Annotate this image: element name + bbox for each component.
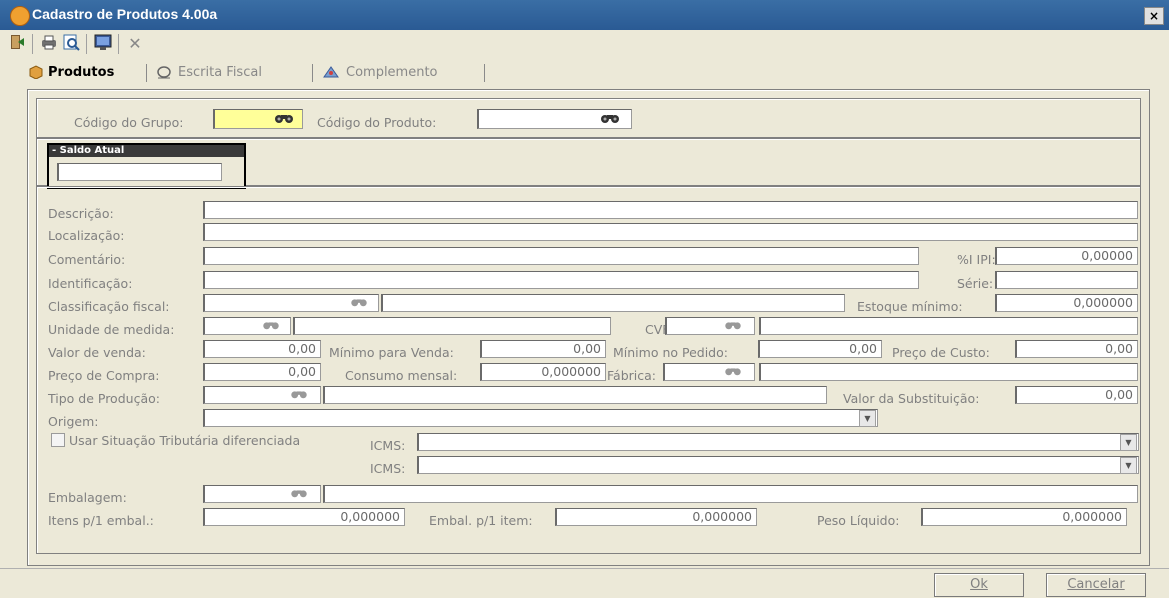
localizacao-label: Localização:: [48, 228, 125, 243]
exit-icon[interactable]: [6, 33, 28, 55]
form-frame: Código do Grupo: Código do Produto: - Sa…: [27, 89, 1150, 566]
descricao-label: Descrição:: [48, 206, 114, 221]
identificacao-input[interactable]: [203, 271, 919, 289]
main-panel: Descrição: Localização: Comentário: %I I…: [36, 186, 1141, 554]
estoque-input[interactable]: 0,000000: [995, 294, 1138, 312]
embalagem-desc-input[interactable]: [323, 485, 1138, 503]
classificacao-desc-input[interactable]: [381, 294, 845, 312]
itens-label: Itens p/1 embal.:: [48, 513, 154, 528]
close-window-button[interactable]: ×: [1144, 7, 1164, 25]
cvf-search-icon[interactable]: [723, 319, 743, 334]
tab-produtos-label: Produtos: [48, 65, 115, 80]
print-icon[interactable]: [38, 33, 60, 55]
close-x-icon[interactable]: ✕: [124, 33, 146, 55]
title-bar: Cadastro de Produtos 4.00a ×: [0, 0, 1169, 30]
tab-escrita-fiscal[interactable]: Escrita Fiscal: [156, 62, 262, 84]
origem-select[interactable]: [203, 409, 878, 427]
tab-complemento[interactable]: Complemento: [322, 62, 438, 84]
descricao-input[interactable]: [203, 201, 1138, 219]
toolbar: ✕: [0, 30, 1169, 58]
valor-venda-input[interactable]: 0,00: [203, 340, 321, 358]
consumo-input[interactable]: 0,000000: [480, 363, 606, 381]
itens-input[interactable]: 0,000000: [203, 508, 405, 526]
valor-subst-label: Valor da Substituição:: [843, 391, 980, 406]
minimo-pedido-input[interactable]: 0,00: [758, 340, 882, 358]
classificacao-search-icon[interactable]: [349, 296, 369, 311]
window-title: Cadastro de Produtos 4.00a: [32, 6, 218, 22]
saldo-input[interactable]: [57, 163, 222, 181]
fabrica-label: Fábrica:: [607, 368, 656, 383]
classificacao-label: Classificação fiscal:: [48, 299, 170, 314]
tab-produtos[interactable]: Produtos: [28, 62, 114, 84]
minimo-venda-input[interactable]: 0,00: [480, 340, 606, 358]
serie-input[interactable]: [995, 271, 1138, 289]
usar-situacao-label: Usar Situação Tributária diferenciada: [69, 433, 301, 448]
tab-strip: Produtos Escrita Fiscal Complemento: [14, 60, 1154, 86]
tab-complemento-label: Complemento: [346, 65, 438, 80]
consumo-label: Consumo mensal:: [345, 368, 458, 383]
embalagem-search-icon[interactable]: [289, 487, 309, 502]
produto-label: Código do Produto:: [317, 115, 437, 130]
preco-compra-label: Preço de Compra:: [48, 368, 160, 383]
ipi-label: %I IPI:: [957, 252, 996, 267]
peso-label: Peso Líquido:: [817, 513, 900, 528]
cancelar-button-label: Cancelar: [1067, 577, 1125, 592]
grupo-label: Código do Grupo:: [74, 115, 184, 130]
identificacao-label: Identificação:: [48, 276, 133, 291]
app-icon: [10, 6, 30, 26]
valor-subst-input[interactable]: 0,00: [1015, 386, 1138, 404]
complement-icon: [323, 66, 339, 78]
unidade-search-icon[interactable]: [261, 319, 281, 334]
preco-compra-input[interactable]: 0,00: [203, 363, 321, 381]
cvf-desc-input[interactable]: [759, 317, 1138, 335]
fabrica-desc-input[interactable]: [759, 363, 1138, 381]
origem-dropdown-icon[interactable]: ▼: [859, 410, 876, 427]
fabrica-search-icon[interactable]: [723, 365, 743, 380]
tipo-producao-search-icon[interactable]: [289, 388, 309, 403]
icms2-dropdown-icon[interactable]: ▼: [1120, 457, 1137, 474]
serie-label: Série:: [957, 276, 994, 291]
estoque-label: Estoque mínimo:: [857, 299, 963, 314]
embal-item-label: Embal. p/1 item:: [429, 513, 533, 528]
ok-button[interactable]: Ok: [934, 573, 1024, 597]
comentario-input[interactable]: [203, 247, 919, 265]
saldo-panel: - Saldo Atual: [36, 138, 1141, 189]
tipo-producao-label: Tipo de Produção:: [48, 391, 160, 406]
icms1-select[interactable]: [417, 433, 1139, 451]
monitor-icon[interactable]: [92, 33, 114, 55]
origem-label: Origem:: [48, 414, 99, 429]
tipo-producao-desc-input[interactable]: [323, 386, 827, 404]
peso-input[interactable]: 0,000000: [921, 508, 1127, 526]
icms2-select[interactable]: [417, 456, 1139, 474]
preview-icon[interactable]: [60, 33, 82, 55]
embalagem-label: Embalagem:: [48, 490, 127, 505]
ok-button-label: Ok: [970, 577, 988, 592]
unidade-label: Unidade de medida:: [48, 322, 175, 337]
valor-venda-label: Valor de venda:: [48, 345, 146, 360]
box-icon: [29, 65, 43, 80]
saldo-title: - Saldo Atual: [49, 145, 244, 157]
minimo-pedido-label: Mínimo no Pedido:: [613, 345, 728, 360]
tab-escrita-fiscal-label: Escrita Fiscal: [178, 65, 262, 80]
unidade-desc-input[interactable]: [293, 317, 611, 335]
icms1-label: ICMS:: [370, 438, 406, 453]
produto-search-icon[interactable]: [599, 111, 621, 128]
localizacao-input[interactable]: [203, 223, 1138, 241]
grupo-search-icon[interactable]: [273, 111, 295, 128]
status-divider: [0, 568, 1169, 569]
icms2-label: ICMS:: [370, 461, 406, 476]
fiscal-icon: [157, 66, 171, 79]
embal-item-input[interactable]: 0,000000: [555, 508, 757, 526]
preco-custo-input[interactable]: 0,00: [1015, 340, 1138, 358]
icms1-dropdown-icon[interactable]: ▼: [1120, 434, 1137, 451]
preco-custo-label: Preço de Custo:: [892, 345, 990, 360]
codes-panel: Código do Grupo: Código do Produto:: [36, 98, 1141, 138]
minimo-venda-label: Mínimo para Venda:: [329, 345, 454, 360]
comentario-label: Comentário:: [48, 252, 126, 267]
usar-situacao-checkbox[interactable]: [51, 433, 65, 447]
saldo-box: - Saldo Atual: [47, 143, 246, 189]
ipi-input[interactable]: 0,00000: [995, 247, 1138, 265]
cancelar-button[interactable]: Cancelar: [1046, 573, 1146, 597]
